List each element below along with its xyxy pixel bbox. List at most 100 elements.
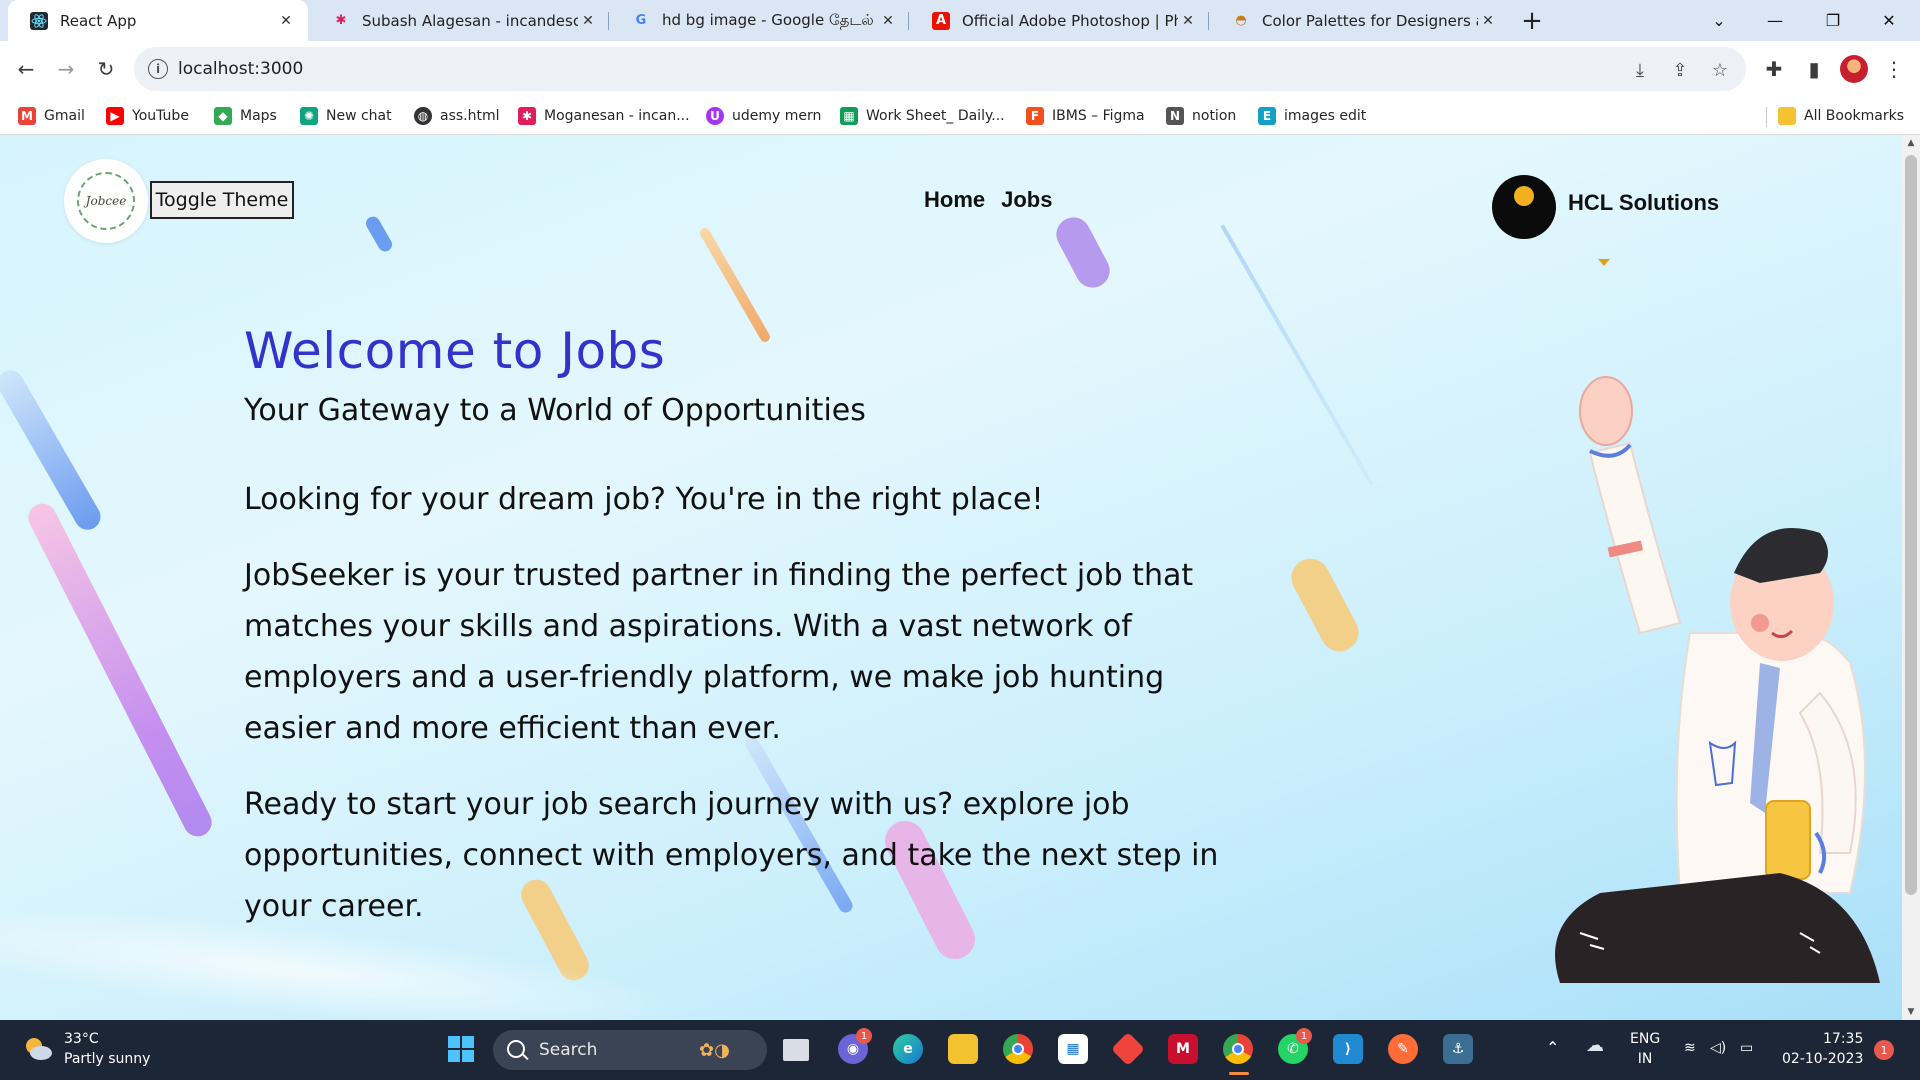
site-info-icon[interactable]: i — [148, 59, 168, 79]
bookmark-maps[interactable]: ◆ Maps — [214, 105, 277, 127]
bookmark-ass-html[interactable]: ◍ ass.html — [414, 105, 500, 127]
new-tab-button[interactable]: + — [1516, 5, 1548, 37]
start-icon[interactable] — [446, 1034, 476, 1064]
volume-icon[interactable]: ◁) — [1710, 1038, 1726, 1058]
taskbar-search[interactable]: Search ✿◑ — [493, 1030, 767, 1070]
anydesk-icon[interactable] — [1111, 1032, 1145, 1066]
whatsapp-badge: 1 — [1296, 1028, 1312, 1044]
bookmark-label: udemy mern — [732, 108, 822, 124]
bookmark-udemy[interactable]: Uudemy mern — [706, 105, 821, 127]
toggle-theme-button[interactable]: Toggle Theme — [150, 181, 294, 219]
side-panel-icon[interactable]: ▮ — [1796, 51, 1832, 87]
org-logo[interactable] — [1492, 175, 1556, 239]
extensions-icon[interactable]: ✚ — [1756, 51, 1792, 87]
scroll-up-icon[interactable]: ▲ — [1902, 135, 1920, 151]
minimize-button[interactable]: — — [1752, 0, 1798, 41]
hero-subtitle: Your Gateway to a World of Opportunities — [244, 393, 866, 428]
bookmark-label: notion — [1192, 108, 1237, 124]
browser-toolbar: ← → ↻ i localhost:3000 ⤓ ⇪ ☆ ✚ ▮ ⋮ — [0, 41, 1920, 97]
install-app-icon[interactable]: ⤓ — [1626, 57, 1654, 83]
wifi-icon[interactable]: ≋ — [1684, 1038, 1696, 1058]
file-explorer-icon[interactable] — [948, 1034, 978, 1064]
maximize-button[interactable]: ❐ — [1810, 0, 1856, 41]
udemy-icon: U — [706, 107, 724, 125]
language-indicator[interactable]: ENG IN — [1630, 1029, 1660, 1069]
mcafee-icon[interactable]: M — [1168, 1034, 1198, 1064]
decor-stroke — [1050, 211, 1116, 294]
lang-line-2: IN — [1637, 1051, 1653, 1067]
youtube-icon: ▶ — [106, 107, 124, 125]
weather-temp: 33°C — [64, 1031, 99, 1047]
tab-coolors[interactable]: ◓ Color Palettes for Designers and ✕ — [1210, 0, 1510, 41]
chrome-profile-icon[interactable] — [1223, 1034, 1253, 1064]
celebrating-person-illustration — [1555, 376, 1880, 983]
mysql-workbench-icon[interactable]: ⚓ — [1443, 1034, 1473, 1064]
clock[interactable]: 17:35 02-10-2023 — [1782, 1029, 1863, 1069]
onedrive-icon[interactable]: ☁ — [1586, 1036, 1604, 1056]
bookmark-notion[interactable]: Nnotion — [1166, 105, 1236, 127]
postman-icon[interactable]: ✎ — [1388, 1034, 1418, 1064]
search-highlight-icon: ✿◑ — [699, 1040, 730, 1061]
coolors-icon: ◓ — [1235, 13, 1247, 28]
close-tab-icon[interactable]: ✕ — [1178, 11, 1198, 31]
tab-adobe[interactable]: A Official Adobe Photoshop | Phot ✕ — [910, 0, 1210, 41]
vscode-icon[interactable]: ⟩ — [1333, 1034, 1363, 1064]
bookmark-figma[interactable]: F IBMS – Figma — [1026, 105, 1145, 127]
nav-home[interactable]: Home — [924, 187, 985, 213]
bookmark-gmail[interactable]: M Gmail — [18, 105, 85, 127]
page-scrollbar[interactable]: ▲ ▼ — [1902, 135, 1920, 1020]
profile-avatar[interactable] — [1840, 55, 1868, 83]
microsoft-store-icon[interactable]: ▦ — [1058, 1034, 1088, 1064]
address-bar[interactable]: i localhost:3000 ⤓ ⇪ ☆ — [134, 47, 1746, 91]
org-emblem-icon — [1514, 186, 1534, 206]
tab-separator — [608, 12, 609, 30]
chatgpt-icon: ✺ — [300, 107, 318, 125]
partly-sunny-icon[interactable] — [22, 1034, 54, 1062]
bookmark-worksheet[interactable]: ▦ Work Sheet_ Daily... — [840, 105, 1005, 127]
reload-icon[interactable]: ↻ — [88, 51, 124, 87]
share-icon[interactable]: ⇪ — [1666, 57, 1694, 83]
back-icon[interactable]: ← — [8, 51, 44, 87]
maps-icon: ◆ — [214, 107, 232, 125]
decor-stroke — [363, 214, 395, 254]
site-logo[interactable]: Jobcee — [64, 159, 148, 243]
chrome-icon[interactable] — [1003, 1034, 1033, 1064]
bookmark-images-edit[interactable]: Eimages edit — [1258, 105, 1366, 127]
close-window-button[interactable]: ✕ — [1866, 0, 1912, 41]
tab-search-button[interactable]: ⌄ — [1696, 0, 1742, 41]
menu-kebab-icon[interactable]: ⋮ — [1876, 51, 1912, 87]
bookmark-moganesan[interactable]: ✱ Moganesan - incan... — [518, 105, 690, 127]
hero-paragraph-2: JobSeeker is your trusted partner in fin… — [244, 558, 1194, 746]
scroll-down-icon[interactable]: ▼ — [1902, 1004, 1920, 1020]
bookmark-star-icon[interactable]: ☆ — [1706, 57, 1734, 83]
scroll-thumb[interactable] — [1905, 155, 1917, 895]
teams-badge: 1 — [856, 1028, 872, 1044]
figma-icon: F — [1026, 107, 1044, 125]
bookmark-youtube[interactable]: ▶ YouTube — [106, 105, 189, 127]
close-tab-icon[interactable]: ✕ — [878, 11, 898, 31]
windows-taskbar: 33°C Partly sunny Search ✿◑ ◉ 1 e ▦ M ✆ … — [0, 1020, 1920, 1080]
battery-icon[interactable]: ▭ — [1740, 1038, 1753, 1058]
forward-icon[interactable]: → — [48, 51, 84, 87]
notification-badge[interactable]: 1 — [1874, 1040, 1894, 1060]
close-tab-icon[interactable]: ✕ — [1478, 11, 1498, 31]
close-tab-icon[interactable]: ✕ — [276, 11, 296, 31]
bookmarks-bar: M Gmail ▶ YouTube ◆ Maps ✺ New chat ◍ ass.htm… — [0, 97, 1920, 135]
tab-title: Color Palettes for Designers and — [1262, 11, 1478, 30]
close-tab-icon[interactable]: ✕ — [578, 11, 598, 31]
all-bookmarks-button[interactable]: All Bookmarks — [1778, 105, 1904, 127]
nav-jobs[interactable]: Jobs — [1001, 187, 1052, 213]
edge-icon[interactable]: e — [893, 1034, 923, 1064]
tab-react-app[interactable]: React App ✕ — [8, 0, 308, 41]
url-text[interactable]: localhost:3000 — [178, 59, 303, 79]
tray-overflow-icon[interactable]: ⌃ — [1546, 1038, 1559, 1058]
bookmark-new-chat[interactable]: ✺ New chat — [300, 105, 392, 127]
tab-title: Official Adobe Photoshop | Phot — [962, 11, 1178, 30]
weather-widget[interactable]: 33°C Partly sunny — [64, 1029, 150, 1069]
org-name[interactable]: HCL Solutions — [1568, 190, 1719, 216]
logo-wreath: Jobcee — [77, 172, 135, 230]
dropdown-caret-icon[interactable] — [1598, 259, 1610, 266]
task-view-icon[interactable] — [783, 1039, 809, 1061]
tab-google[interactable]: G hd bg image - Google தேடல் ✕ — [610, 0, 910, 41]
tab-slack[interactable]: ✱ Subash Alagesan - incandescent ✕ — [310, 0, 610, 41]
